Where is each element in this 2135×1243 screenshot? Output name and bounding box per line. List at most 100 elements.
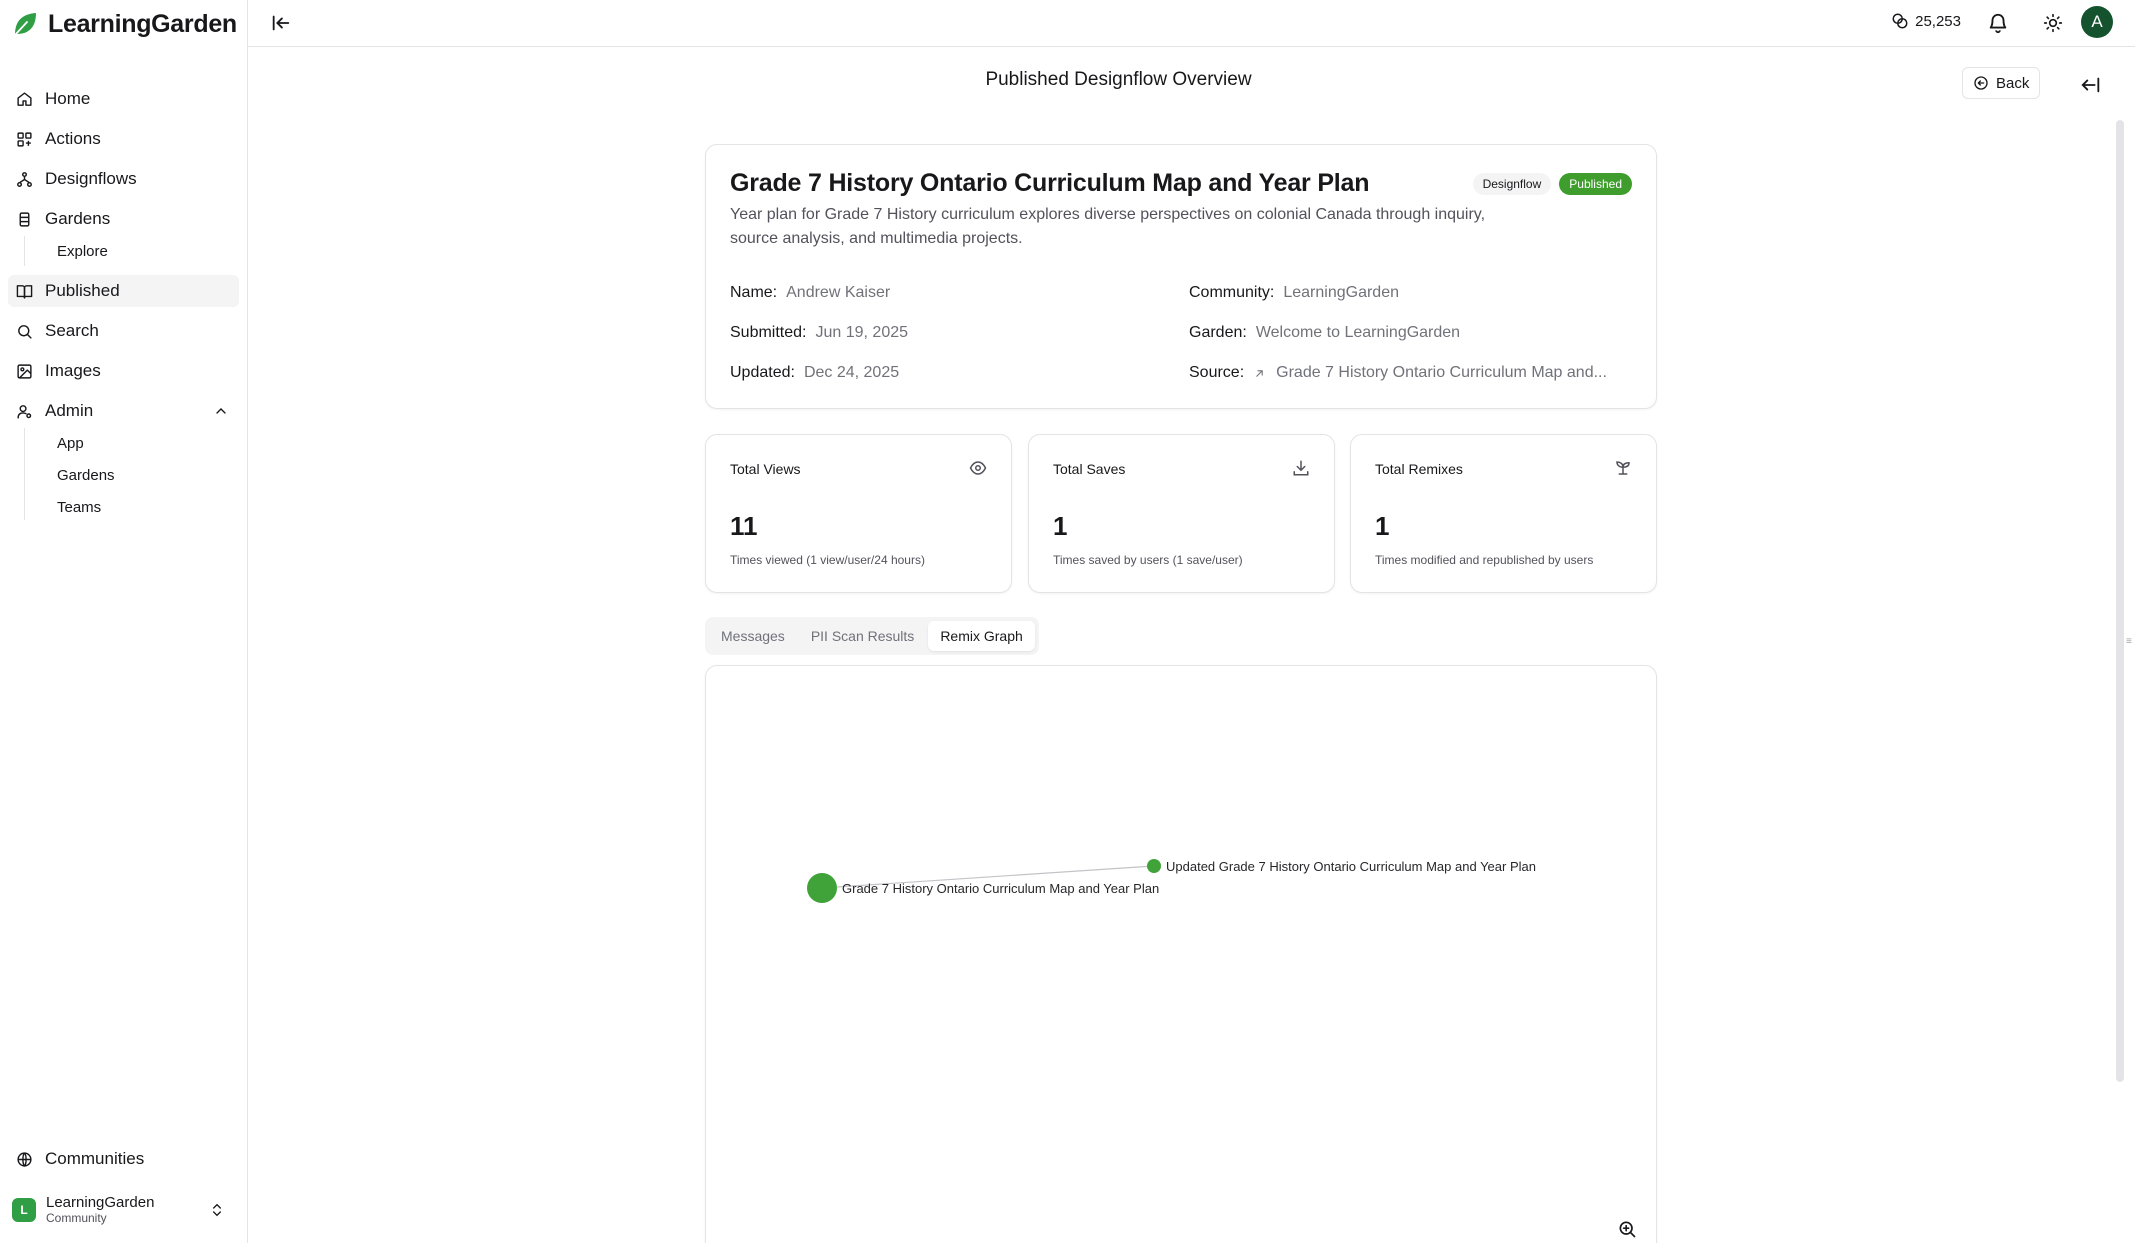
sidebar-item-label: Actions <box>45 129 101 148</box>
back-button[interactable]: Back <box>1962 67 2041 99</box>
meta-label: Source: <box>1189 364 1245 381</box>
sidebar-item-label: Images <box>45 361 101 380</box>
sidebar-subitem-explore[interactable]: Explore <box>48 237 108 265</box>
sidebar-item-home[interactable]: Home <box>8 83 239 115</box>
meta-value: Grade 7 History Ontario Curriculum Map a… <box>1276 364 1607 381</box>
stat-label: Total Saves <box>1053 461 1126 477</box>
credits-value: 25,253 <box>1915 12 1961 30</box>
meta-value: Andrew Kaiser <box>786 284 891 301</box>
community-type: Community <box>46 1210 107 1225</box>
tab-messages[interactable]: Messages <box>709 621 797 651</box>
sidebar-item-published[interactable]: Published <box>8 275 239 307</box>
meta-name: Name: Andrew Kaiser <box>730 284 890 302</box>
sidebar-item-label: Search <box>45 321 99 340</box>
type-badge: Designflow <box>1472 173 1552 195</box>
zoom-in-icon[interactable] <box>1617 1219 1637 1239</box>
globe-icon <box>17 1151 32 1167</box>
back-button-label: Back <box>1996 74 2030 92</box>
meta-label: Name: <box>730 284 778 301</box>
admin-icon <box>17 404 32 419</box>
sidebar-subitem-gardens[interactable]: Gardens <box>48 461 115 489</box>
sidebar-subitem-teams[interactable]: Teams <box>48 493 101 521</box>
actions-icon <box>17 131 32 147</box>
gardens-icon <box>19 211 30 227</box>
coins-icon <box>1892 13 1908 29</box>
bell-icon[interactable] <box>1987 12 2009 34</box>
community-avatar: L <box>12 1198 36 1222</box>
stat-label: Total Views <box>730 461 801 477</box>
sidebar-item-actions[interactable]: Actions <box>8 123 239 155</box>
meta-value: Dec 24, 2025 <box>803 364 900 381</box>
book-icon <box>16 284 33 299</box>
sidebar-item-admin[interactable]: Admin <box>8 395 239 427</box>
page-title: Published Designflow Overview <box>985 69 1252 90</box>
sidebar-subitem-app[interactable]: App <box>48 429 84 457</box>
tab-pii-scan-results[interactable]: PII Scan Results <box>799 621 927 651</box>
stat-card-remixes: Total Remixes 1 Times modified and repub… <box>1350 434 1657 593</box>
community-switcher[interactable]: L LearningGarden Community <box>8 1189 239 1231</box>
brand-name: LearningGarden <box>48 9 237 38</box>
admin-subtree-line <box>24 428 25 520</box>
graph-node-label: Grade 7 History Ontario Curriculum Map a… <box>842 881 1159 896</box>
scrollbar[interactable] <box>2116 120 2124 1082</box>
designflow-title: Grade 7 History Ontario Curriculum Map a… <box>730 169 1370 197</box>
collapse-sidebar-icon[interactable] <box>270 12 292 34</box>
sidebar-item-images[interactable]: Images <box>8 355 239 387</box>
graph-node-source[interactable] <box>807 873 837 903</box>
source-link[interactable]: Grade 7 History Ontario Curriculum Map a… <box>1253 364 1607 382</box>
meta-source: Source: Grade 7 History Ontario Curricul… <box>1189 364 1607 382</box>
stat-description: Times viewed (1 view/user/24 hours) <box>730 553 925 567</box>
stat-card-saves: Total Saves 1 Times saved by users (1 sa… <box>1028 434 1335 593</box>
designflow-description: Year plan for Grade 7 History curriculum… <box>730 206 1486 247</box>
sidebar-item-communities[interactable]: Communities <box>8 1143 239 1175</box>
meta-label: Community: <box>1189 284 1275 301</box>
community-name: LearningGarden <box>46 1194 155 1212</box>
user-avatar[interactable]: A <box>2081 6 2113 38</box>
meta-label: Garden: <box>1189 324 1247 341</box>
meta-label: Updated: <box>730 364 795 381</box>
meta-community: Community: LearningGarden <box>1189 284 1399 302</box>
sidebar-item-gardens[interactable]: Gardens <box>8 203 239 235</box>
sidebar-item-label: Home <box>45 89 91 108</box>
sidebar-item-label: Admin <box>45 401 94 420</box>
stat-label: Total Remixes <box>1375 461 1463 477</box>
meta-garden: Garden: Welcome to LearningGarden <box>1189 324 1460 342</box>
stat-description: Times modified and republished by users <box>1375 553 1594 567</box>
meta-value: LearningGarden <box>1283 284 1399 301</box>
sidebar-item-label: Designflows <box>45 169 137 188</box>
sidebar-item-label: Gardens <box>45 209 111 228</box>
graph-node-label: Updated Grade 7 History Ontario Curricul… <box>1166 859 1536 874</box>
top-bar: 25,253 A <box>248 0 2135 47</box>
download-icon <box>1293 460 1309 476</box>
meta-value: Welcome to LearningGarden <box>1255 324 1461 341</box>
sidebar-item-designflows[interactable]: Designflows <box>8 163 239 195</box>
meta-label: Submitted: <box>730 324 807 341</box>
remix-graph-panel[interactable]: Grade 7 History Ontario Curriculum Map a… <box>705 665 1657 1243</box>
sidebar-item-label: Communities <box>45 1149 145 1168</box>
stat-card-views: Total Views 11 Times viewed (1 view/user… <box>705 434 1012 593</box>
sprout-icon <box>1616 461 1630 475</box>
chevron-up-icon[interactable] <box>213 403 229 419</box>
sidebar-item-search[interactable]: Search <box>8 315 239 347</box>
status-badge: Published <box>1559 173 1632 195</box>
resize-handle-icon[interactable]: ≡ <box>2126 636 2132 650</box>
leaf-logo-icon <box>14 13 36 36</box>
sidebar-item-label: Published <box>45 281 120 300</box>
tab-list: Messages PII Scan Results Remix Graph <box>705 617 1039 655</box>
meta-submitted: Submitted: Jun 19, 2025 <box>730 324 908 342</box>
gardens-subtree-line <box>24 236 25 266</box>
image-icon <box>17 363 32 379</box>
theme-toggle-sun-icon[interactable] <box>2043 13 2063 33</box>
stat-value: 1 <box>1053 511 1068 541</box>
remix-graph-canvas[interactable]: Grade 7 History Ontario Curriculum Map a… <box>706 666 1658 1243</box>
tab-remix-graph[interactable]: Remix Graph <box>928 621 1035 651</box>
graph-node-remix[interactable] <box>1147 859 1161 873</box>
collapse-panel-icon[interactable] <box>2080 74 2102 96</box>
sidebar: LearningGarden Home Actions Designflows … <box>0 0 248 1243</box>
brand[interactable]: LearningGarden <box>12 8 237 40</box>
designflows-icon <box>17 171 32 187</box>
credits-counter[interactable]: 25,253 <box>1891 12 1961 30</box>
search-icon <box>18 324 32 339</box>
chevrons-up-down-icon <box>213 1203 221 1217</box>
home-icon <box>17 91 32 106</box>
